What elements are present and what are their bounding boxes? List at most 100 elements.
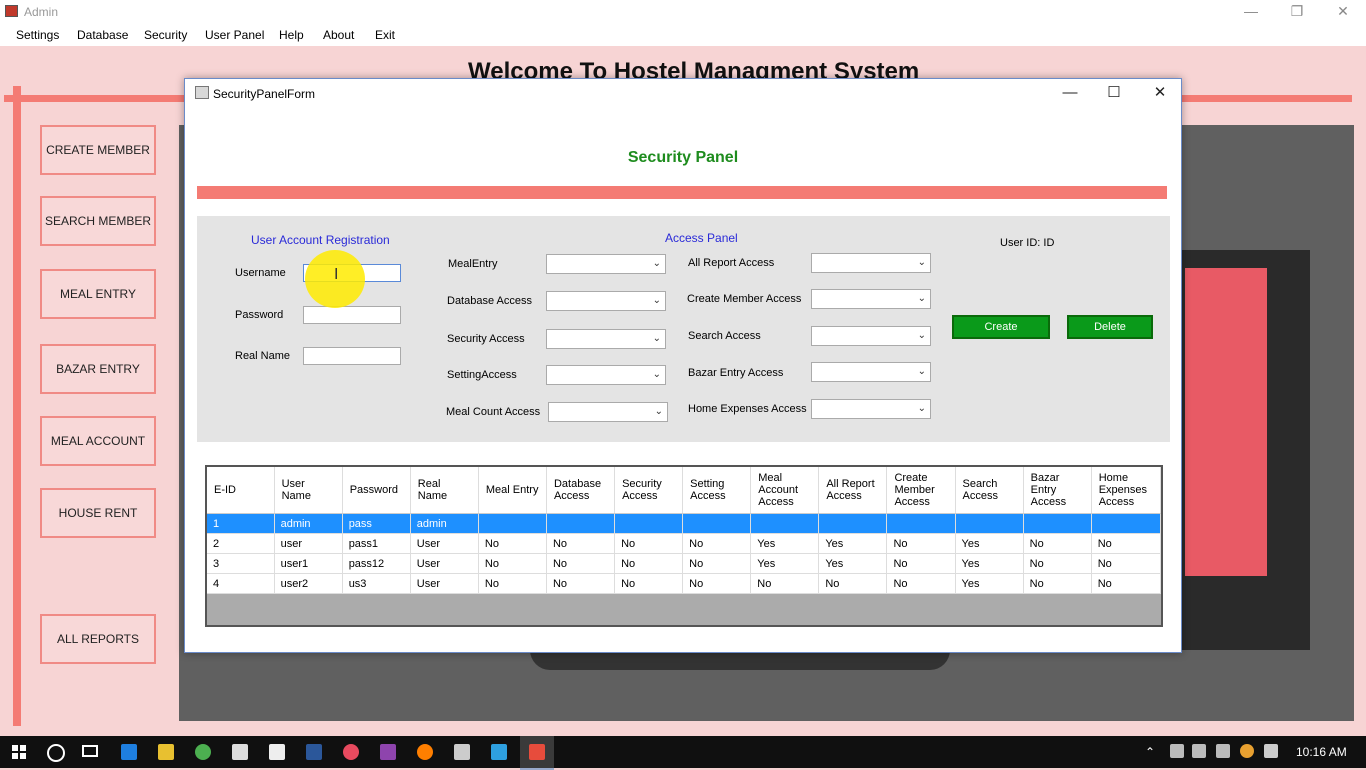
meal-account-button[interactable]: MEAL ACCOUNT: [40, 416, 156, 466]
table-cell[interactable]: [614, 513, 684, 534]
app-icon[interactable]: [343, 744, 359, 760]
table-cell[interactable]: Yes: [955, 533, 1024, 554]
column-header[interactable]: Meal Entry: [478, 467, 547, 514]
table-cell[interactable]: No: [614, 533, 684, 554]
table-cell[interactable]: [886, 513, 956, 534]
table-cell[interactable]: [1023, 513, 1092, 534]
table-cell[interactable]: [818, 513, 888, 534]
table-cell[interactable]: user1: [274, 553, 343, 574]
table-cell[interactable]: 4: [207, 573, 275, 594]
column-header[interactable]: Setting Access: [682, 467, 752, 514]
table-cell[interactable]: No: [478, 533, 547, 554]
delete-button[interactable]: Delete: [1067, 315, 1153, 339]
table-cell[interactable]: No: [546, 553, 616, 574]
all-reports-button[interactable]: ALL REPORTS: [40, 614, 156, 664]
table-cell[interactable]: No: [886, 553, 956, 574]
meal-count-access-select[interactable]: ⌄: [548, 402, 668, 422]
column-header[interactable]: Bazar Entry Access: [1023, 467, 1092, 514]
table-cell[interactable]: pass12: [342, 553, 411, 574]
minimize-button[interactable]: —: [1228, 0, 1274, 24]
table-cell[interactable]: [478, 513, 547, 534]
column-header[interactable]: All Report Access: [818, 467, 888, 514]
table-cell[interactable]: No: [478, 573, 547, 594]
column-header[interactable]: Meal Account Access: [750, 467, 820, 514]
menu-help[interactable]: Help: [279, 28, 304, 42]
chevron-up-icon[interactable]: ⌃: [1145, 745, 1155, 759]
bazar-entry-button[interactable]: BAZAR ENTRY: [40, 344, 156, 394]
table-cell[interactable]: No: [614, 573, 684, 594]
remote-desktop-icon[interactable]: [491, 744, 507, 760]
column-header[interactable]: Search Access: [955, 467, 1024, 514]
all-report-access-select[interactable]: ⌄: [811, 253, 931, 273]
table-cell[interactable]: No: [478, 553, 547, 574]
table-row[interactable]: 3 user1 pass12 User No No No No Yes Yes No Yes No No: [207, 553, 1162, 574]
password-input[interactable]: [303, 306, 401, 324]
task-view-icon[interactable]: [82, 745, 98, 757]
house-rent-button[interactable]: HOUSE RENT: [40, 488, 156, 538]
column-header[interactable]: Real Name: [410, 467, 479, 514]
dialog-minimize-button[interactable]: —: [1047, 79, 1093, 107]
search-access-select[interactable]: ⌄: [811, 326, 931, 346]
home-expenses-access-select[interactable]: ⌄: [811, 399, 931, 419]
table-cell[interactable]: [955, 513, 1024, 534]
table-cell[interactable]: No: [682, 573, 752, 594]
menu-about[interactable]: About: [323, 28, 354, 42]
column-header[interactable]: User Name: [274, 467, 343, 514]
chrome-icon[interactable]: [195, 744, 211, 760]
firefox-icon[interactable]: [417, 744, 433, 760]
create-member-button[interactable]: CREATE MEMBER: [40, 125, 156, 175]
table-cell[interactable]: No: [1091, 533, 1162, 554]
table-cell[interactable]: No: [546, 573, 616, 594]
windows-start-icon[interactable]: [12, 745, 26, 759]
table-cell[interactable]: No: [1091, 553, 1162, 574]
column-header[interactable]: Create Member Access: [886, 467, 956, 514]
table-cell[interactable]: No: [886, 573, 956, 594]
dialog-maximize-button[interactable]: ☐: [1091, 79, 1137, 107]
table-cell[interactable]: Yes: [750, 533, 820, 554]
table-cell[interactable]: us3: [342, 573, 411, 594]
meal-entry-select[interactable]: ⌄: [546, 254, 666, 274]
table-cell[interactable]: [546, 513, 616, 534]
realname-input[interactable]: [303, 347, 401, 365]
notification-icon[interactable]: [1264, 744, 1278, 758]
table-cell[interactable]: No: [818, 573, 888, 594]
clock[interactable]: 10:16 AM: [1296, 745, 1347, 759]
search-member-button[interactable]: SEARCH MEMBER: [40, 196, 156, 246]
table-cell[interactable]: 2: [207, 533, 275, 554]
bazar-entry-access-select[interactable]: ⌄: [811, 362, 931, 382]
table-cell[interactable]: User: [410, 553, 479, 574]
security-access-select[interactable]: ⌄: [546, 329, 666, 349]
menu-exit[interactable]: Exit: [375, 28, 395, 42]
column-header[interactable]: Database Access: [546, 467, 616, 514]
table-cell[interactable]: No: [1023, 533, 1092, 554]
table-cell[interactable]: User: [410, 573, 479, 594]
database-access-select[interactable]: ⌄: [546, 291, 666, 311]
column-header[interactable]: Password: [342, 467, 411, 514]
table-cell[interactable]: No: [1023, 573, 1092, 594]
table-cell[interactable]: No: [1023, 553, 1092, 574]
table-cell[interactable]: No: [750, 573, 820, 594]
column-header[interactable]: E-ID: [207, 467, 275, 514]
table-cell[interactable]: Yes: [955, 573, 1024, 594]
column-header[interactable]: Home Expenses Access: [1091, 467, 1162, 514]
table-cell[interactable]: [750, 513, 820, 534]
edge-icon[interactable]: [121, 744, 137, 760]
menu-user-panel[interactable]: User Panel: [205, 28, 264, 42]
setting-access-select[interactable]: ⌄: [546, 365, 666, 385]
table-cell[interactable]: pass: [342, 513, 411, 534]
table-cell[interactable]: pass1: [342, 533, 411, 554]
close-button[interactable]: ✕: [1320, 0, 1366, 24]
table-cell[interactable]: user: [274, 533, 343, 554]
table-cell[interactable]: No: [614, 553, 684, 574]
table-cell[interactable]: Yes: [818, 533, 888, 554]
tray-app-icon[interactable]: [1240, 744, 1254, 758]
table-cell[interactable]: No: [1091, 573, 1162, 594]
table-cell[interactable]: admin: [274, 513, 343, 534]
store-icon[interactable]: [269, 744, 285, 760]
restore-button[interactable]: ❐: [1274, 0, 1320, 24]
menu-security[interactable]: Security: [144, 28, 187, 42]
network-icon[interactable]: [1170, 744, 1184, 758]
table-cell[interactable]: User: [410, 533, 479, 554]
table-cell[interactable]: Yes: [955, 553, 1024, 574]
tool-icon[interactable]: [454, 744, 470, 760]
